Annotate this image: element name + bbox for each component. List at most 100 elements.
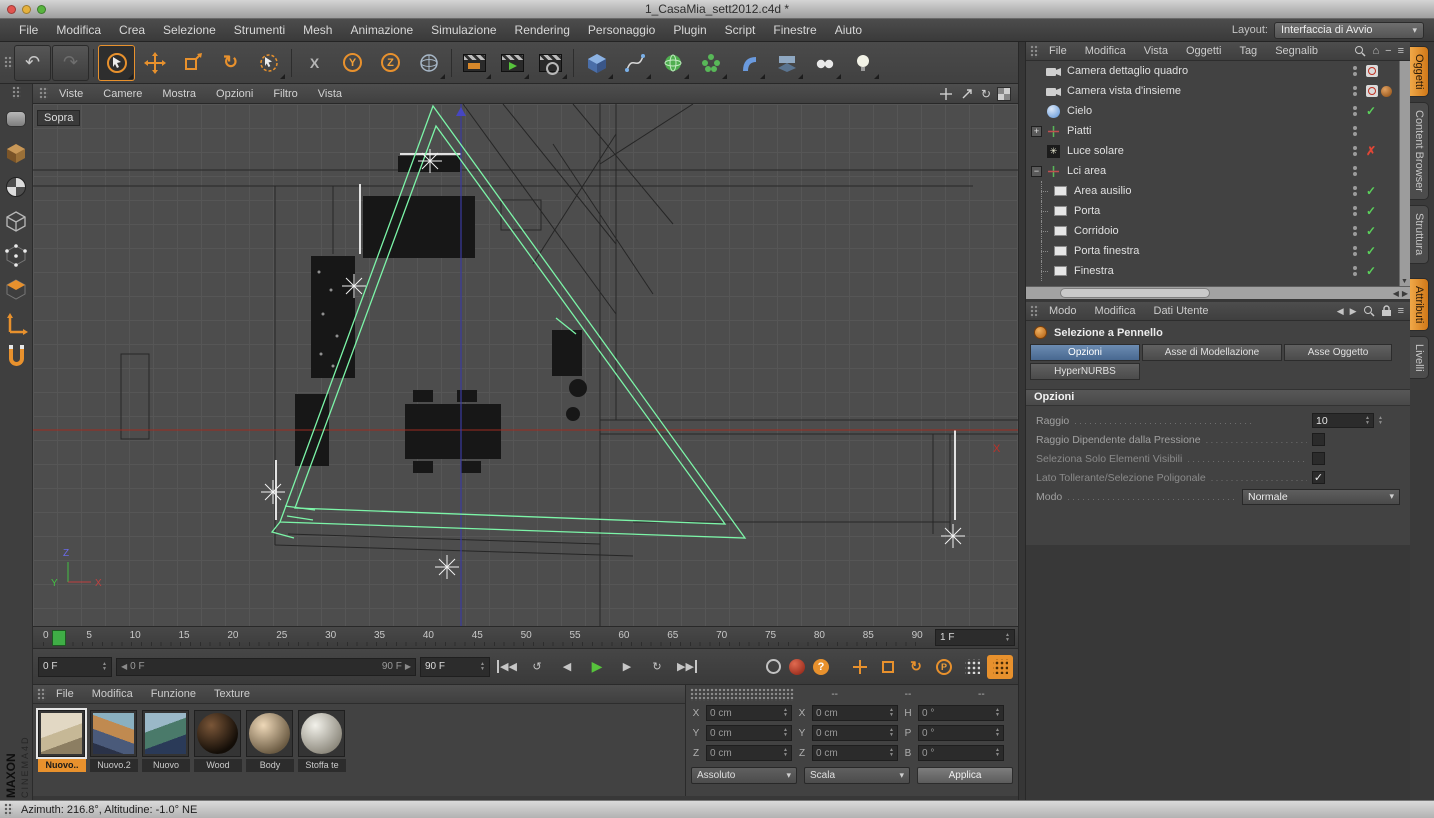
stepper-icon[interactable]	[783, 708, 788, 718]
layout-dropdown[interactable]: Interfaccia di Avvio ▾	[1274, 22, 1424, 39]
pos-x-field[interactable]: 0 cm	[706, 705, 792, 721]
stepper-icon[interactable]	[1378, 416, 1383, 426]
om-menu-vista[interactable]: Vista	[1136, 45, 1176, 57]
pressione-checkbox[interactable]	[1312, 433, 1325, 446]
menu-selezione[interactable]: Selezione	[154, 23, 225, 37]
end-frame-field[interactable]: 90 F	[420, 657, 490, 677]
stepper-icon[interactable]	[102, 662, 107, 672]
polygons-mode-button[interactable]	[1, 275, 31, 303]
material-thumbnail[interactable]	[298, 710, 345, 757]
material-item[interactable]: Nuovo..	[38, 710, 86, 772]
stepper-icon[interactable]	[783, 748, 788, 758]
tab-content-browser[interactable]: Content Browser	[1410, 102, 1429, 200]
object-row[interactable]: + Piatti	[1026, 121, 1398, 141]
last-tool-button[interactable]	[250, 45, 287, 81]
deformer-button[interactable]	[730, 45, 767, 81]
timeline-ruler[interactable]: 0510 152025 303540 455055 606570 758085 …	[33, 626, 1018, 648]
expand-icon[interactable]: +	[1031, 126, 1042, 137]
tab-livelli[interactable]: Livelli	[1410, 336, 1429, 380]
window-controls[interactable]	[7, 5, 46, 14]
object-row[interactable]: Corridoio ✓	[1026, 221, 1398, 241]
disabled-tag-icon[interactable]: ✗	[1366, 144, 1376, 158]
collapse-icon[interactable]: −	[1385, 45, 1391, 57]
scrollbar-thumb[interactable]	[1060, 288, 1210, 298]
toggle-views-icon[interactable]	[998, 88, 1010, 100]
light-button[interactable]	[844, 45, 881, 81]
target-tag-icon[interactable]	[1366, 65, 1378, 77]
key-rotation-button[interactable]: ↻	[903, 655, 929, 679]
viewport-grip[interactable]	[39, 87, 48, 100]
menu-icon[interactable]: ≡	[1398, 45, 1404, 57]
view-name-label[interactable]: Sopra	[37, 110, 80, 126]
autokey-button[interactable]	[789, 659, 805, 675]
material-item[interactable]: Nuovo	[142, 710, 190, 772]
horizontal-scrollbar[interactable]: ◀▶	[1026, 286, 1410, 299]
menu-plugin[interactable]: Plugin	[664, 23, 715, 37]
range-end-grip-icon[interactable]: ▶	[405, 662, 411, 671]
play-backwards-button[interactable]: ↺	[524, 655, 550, 679]
statusbar-grip[interactable]	[4, 803, 13, 816]
object-row[interactable]: Finestra ✓	[1026, 261, 1398, 281]
pos-z-field[interactable]: 0 cm	[706, 745, 792, 761]
coordinate-mode-dropdown[interactable]: Assoluto▾	[691, 767, 797, 784]
compositing-tag-icon[interactable]: ✓	[1366, 104, 1376, 118]
stepper-icon[interactable]	[1365, 416, 1370, 426]
rot-p-field[interactable]: 0 °	[918, 725, 1004, 741]
stepper-icon[interactable]	[1005, 633, 1010, 643]
target-tag-icon[interactable]	[1366, 85, 1378, 97]
compositing-tag-icon[interactable]: ✓	[1366, 224, 1376, 238]
material-thumbnail[interactable]	[90, 710, 137, 757]
attributes-grip[interactable]	[1030, 305, 1039, 318]
visibility-dots[interactable]	[1348, 86, 1362, 96]
camera-button[interactable]	[806, 45, 843, 81]
menu-mesh[interactable]: Mesh	[294, 23, 341, 37]
mat-menu-funzione[interactable]: Funzione	[143, 688, 204, 700]
frame-increment-field[interactable]: 1 F	[935, 629, 1015, 646]
scroll-right-icon[interactable]: ▶	[1402, 289, 1408, 298]
array-button[interactable]	[692, 45, 729, 81]
size-mode-dropdown[interactable]: Scala▾	[804, 767, 910, 784]
play-button[interactable]: ▶	[584, 655, 610, 679]
menu-icon[interactable]: ≡	[1398, 305, 1404, 317]
key-parameter-button[interactable]: P	[931, 655, 957, 679]
size-z-field[interactable]: 0 cm	[812, 745, 898, 761]
axis-mode-button[interactable]	[1, 309, 31, 337]
mat-menu-file[interactable]: File	[48, 688, 82, 700]
tab-attributi[interactable]: Attributi	[1410, 278, 1429, 331]
key-scale-button[interactable]	[875, 655, 901, 679]
material-item[interactable]: Body	[246, 710, 294, 772]
toolbar-grip[interactable]	[4, 56, 13, 69]
coordinate-system-button[interactable]	[410, 45, 447, 81]
pan-view-icon[interactable]	[939, 87, 953, 101]
lock-icon[interactable]	[1381, 305, 1392, 317]
materials-grip[interactable]	[37, 688, 46, 701]
material-thumbnail[interactable]	[246, 710, 293, 757]
menu-rendering[interactable]: Rendering	[506, 23, 579, 37]
scale-button[interactable]	[174, 45, 211, 81]
home-icon[interactable]: ⌂	[1372, 45, 1379, 57]
vp-menu-viste[interactable]: Viste	[50, 88, 92, 100]
history-back-icon[interactable]: ◀	[1337, 306, 1344, 317]
visibility-dots[interactable]	[1348, 106, 1362, 116]
floor-button[interactable]	[768, 45, 805, 81]
raggio-input[interactable]: 10	[1312, 413, 1374, 428]
visibility-dots[interactable]	[1348, 146, 1362, 156]
tab-asse-oggetto[interactable]: Asse Oggetto	[1284, 344, 1392, 361]
stepper-icon[interactable]	[889, 748, 894, 758]
tab-hypernurbs[interactable]: HyperNURBS	[1030, 363, 1140, 380]
viewport[interactable]: Sopra	[33, 104, 1018, 626]
object-row[interactable]: Porta finestra ✓	[1026, 241, 1398, 261]
material-thumbnail[interactable]	[38, 710, 85, 757]
stepper-icon[interactable]	[889, 728, 894, 738]
collapse-expand-icon[interactable]: −	[1031, 166, 1042, 177]
tab-opzioni[interactable]: Opzioni	[1030, 344, 1140, 361]
visibility-dots[interactable]	[1348, 66, 1362, 76]
model-mode-button[interactable]	[1, 139, 31, 167]
size-x-field[interactable]: 0 cm	[812, 705, 898, 721]
object-row[interactable]: Porta ✓	[1026, 201, 1398, 221]
apply-button[interactable]: Applica	[917, 767, 1013, 784]
size-y-field[interactable]: 0 cm	[812, 725, 898, 741]
key-pla-button[interactable]	[959, 655, 985, 679]
menu-modifica[interactable]: Modifica	[47, 23, 110, 37]
redo-button[interactable]: ↷	[52, 45, 89, 81]
